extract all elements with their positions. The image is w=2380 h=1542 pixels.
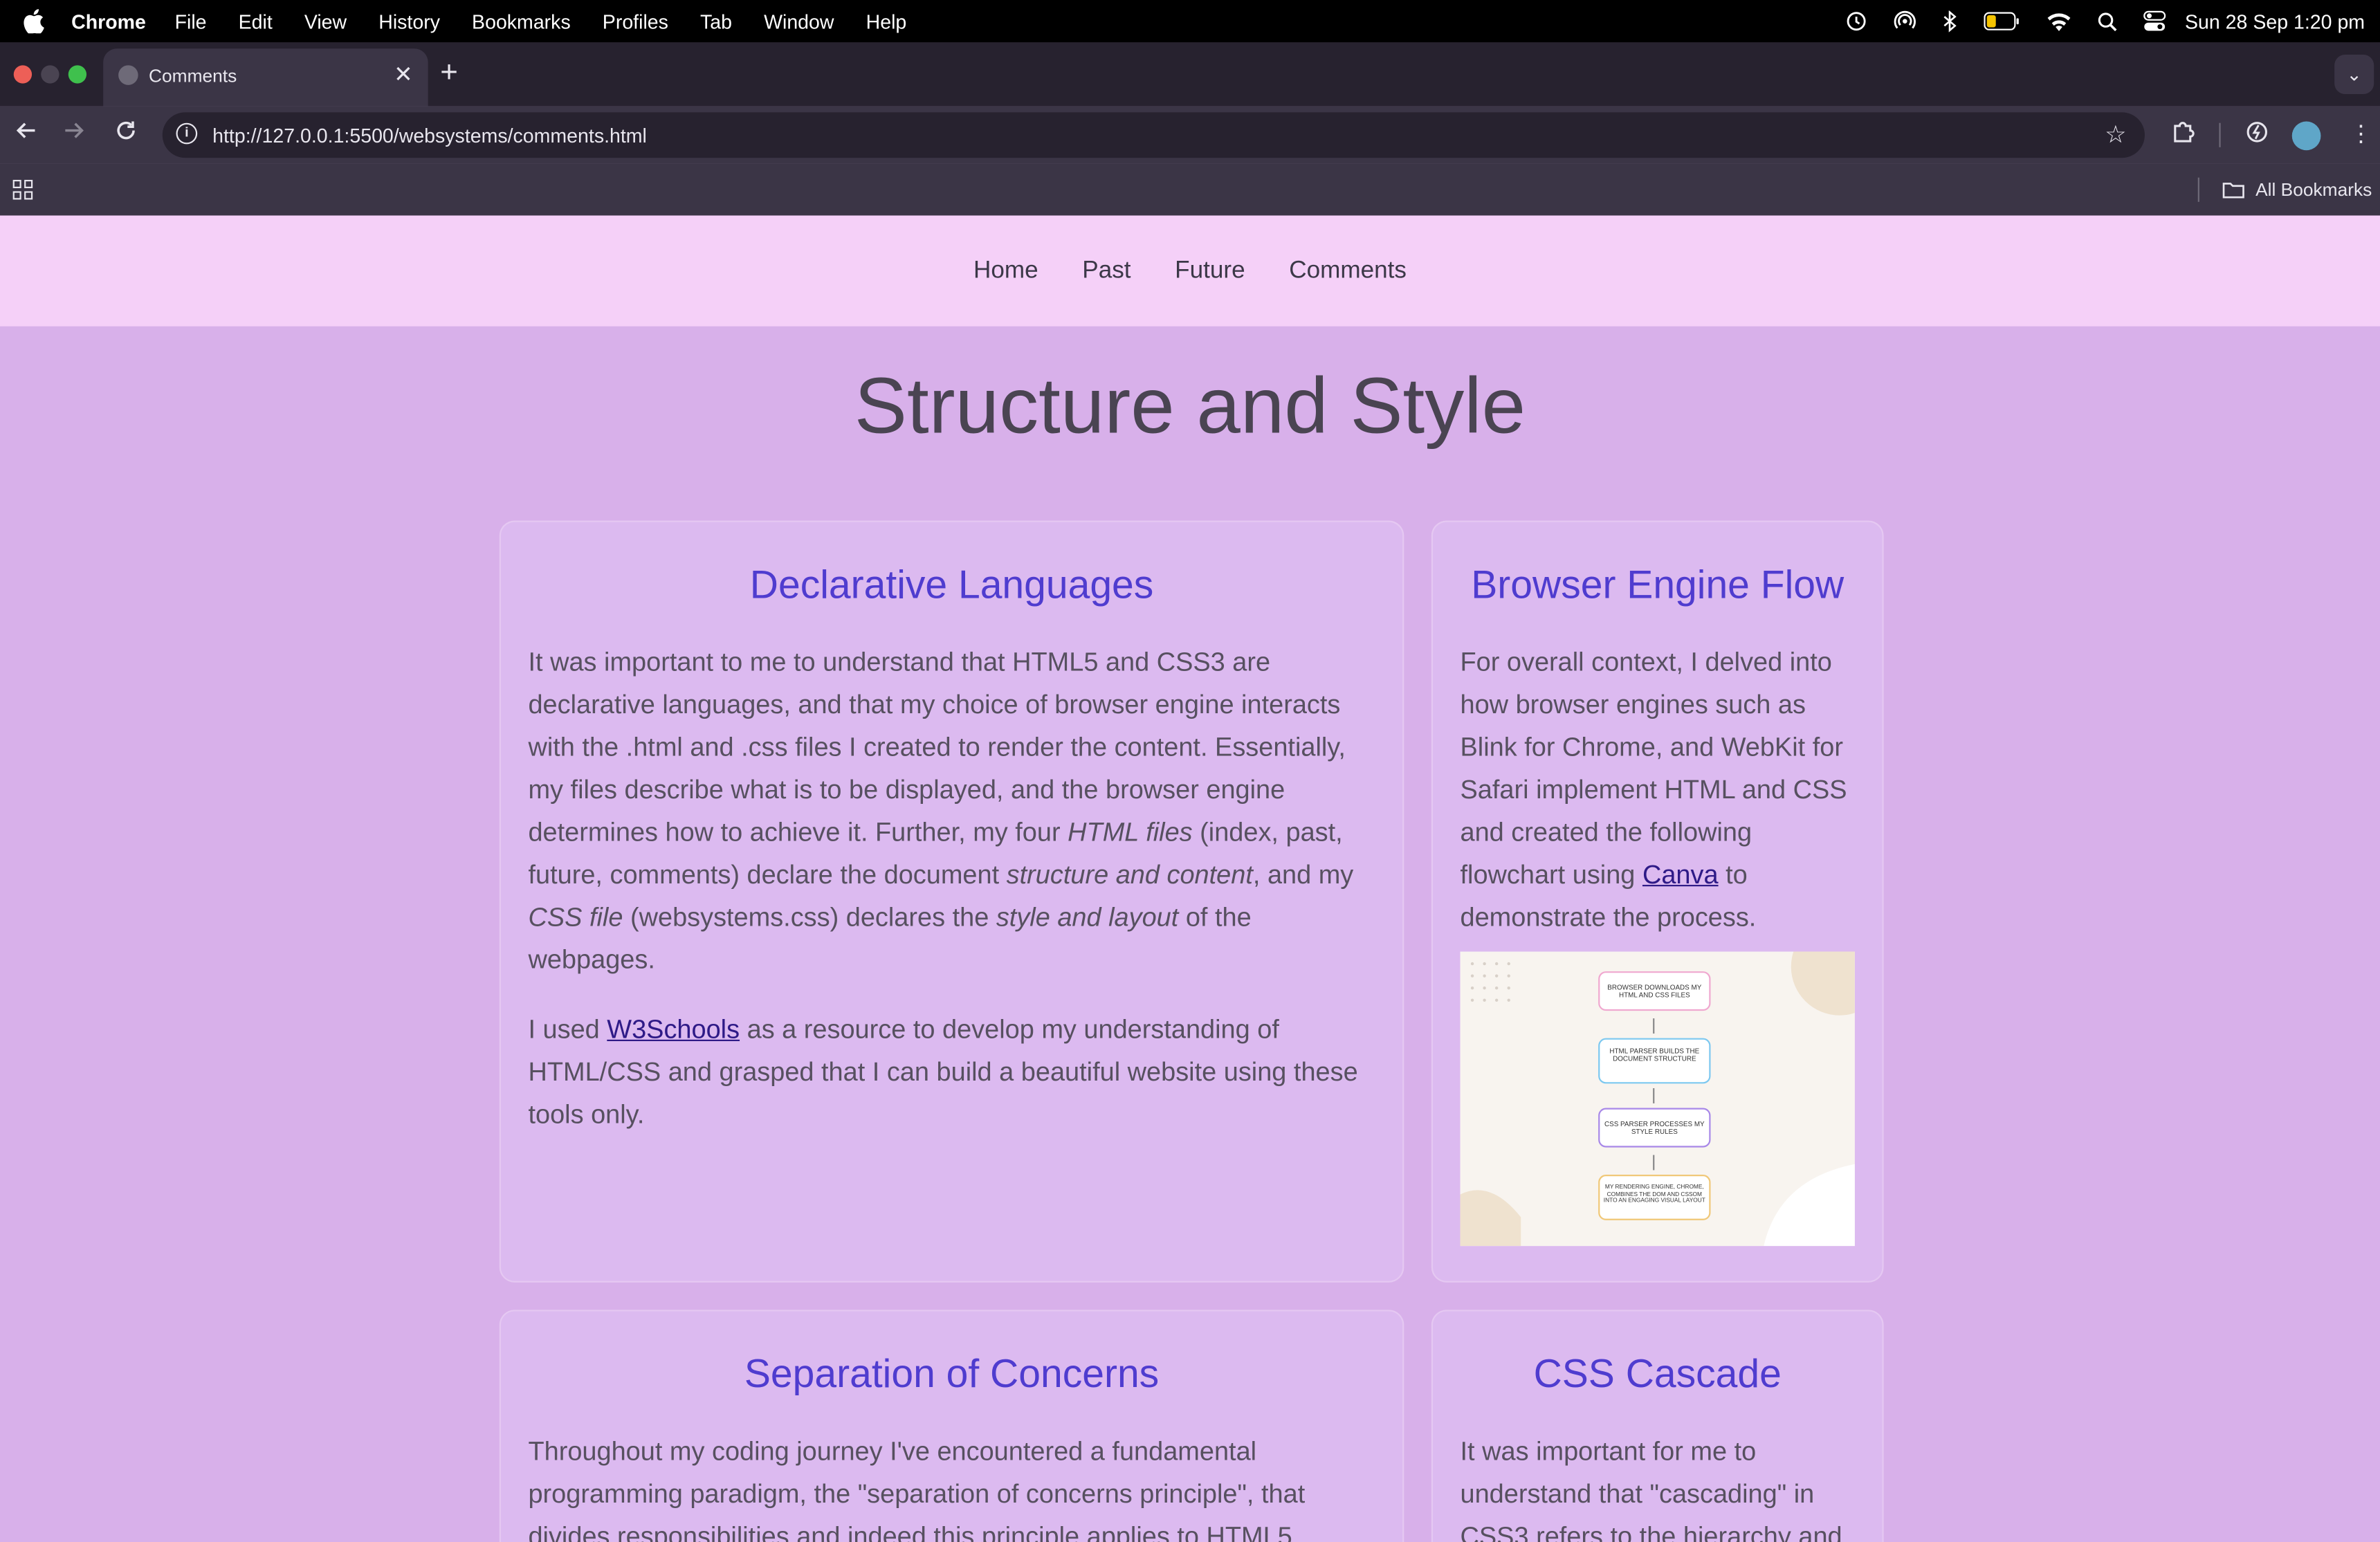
macos-menu-bar: Chrome File Edit View History Bookmarks … xyxy=(0,0,2380,43)
menu-bookmarks[interactable]: Bookmarks xyxy=(472,10,571,33)
battery-fill xyxy=(1987,15,1997,28)
emphasis-text: structure and content xyxy=(1006,859,1253,890)
emphasis-text: CSS file xyxy=(528,901,623,933)
menu-view[interactable]: View xyxy=(304,10,347,33)
forward-arrow-icon[interactable] xyxy=(64,120,85,149)
menu-edit[interactable]: Edit xyxy=(239,10,273,33)
time-machine-icon[interactable] xyxy=(1847,10,1868,32)
reload-icon[interactable] xyxy=(116,120,137,149)
profile-avatar[interactable] xyxy=(2291,121,2321,151)
menu-help[interactable]: Help xyxy=(866,10,907,33)
spotlight-search-icon[interactable] xyxy=(2098,11,2118,31)
globe-icon xyxy=(118,65,138,85)
menu-tab[interactable]: Tab xyxy=(700,10,732,33)
apple-icon[interactable] xyxy=(23,9,44,34)
bookmarks-bar: All Bookmarks xyxy=(0,163,2380,216)
address-bar[interactable]: i http://127.0.0.1:5500/websystems/comme… xyxy=(162,112,2145,158)
card-heading: CSS Cascade xyxy=(1533,1350,1782,1397)
site-info-icon[interactable]: i xyxy=(176,122,198,145)
canva-link[interactable]: Canva xyxy=(1642,859,1719,890)
card-paragraph: Throughout my coding journey I've encoun… xyxy=(528,1435,1306,1542)
browser-toolbar: i http://127.0.0.1:5500/websystems/comme… xyxy=(0,106,2380,164)
nav-link-future[interactable]: Future xyxy=(1175,257,1245,284)
flowchart-arrow xyxy=(1653,1155,1655,1171)
card-browser-engine-flow: Browser Engine Flow For overall context,… xyxy=(1431,520,1884,1283)
flowchart-image: BROWSER DOWNLOADS MY HTML AND CSS FILES … xyxy=(1460,951,1855,1247)
menu-app-name[interactable]: Chrome xyxy=(71,10,146,33)
bookmarks-divider xyxy=(2197,177,2199,202)
airdrop-icon[interactable] xyxy=(1894,9,1918,33)
new-tab-icon[interactable]: + xyxy=(440,56,458,91)
card-separation-of-concerns: Separation of Concerns Throughout my cod… xyxy=(499,1310,1404,1542)
card-paragraph: It was important for me to understand th… xyxy=(1460,1435,1842,1542)
folder-icon xyxy=(2222,183,2244,199)
wifi-icon[interactable] xyxy=(2047,11,2072,31)
toolbar-divider xyxy=(2219,122,2221,147)
zoom-window-button[interactable] xyxy=(68,65,87,84)
all-bookmarks-label: All Bookmarks xyxy=(2255,178,2372,201)
text-segment: I used xyxy=(528,1013,607,1045)
battery-icon[interactable] xyxy=(1984,12,2021,30)
flowchart-arrow xyxy=(1653,1088,1655,1103)
close-tab-icon[interactable]: ✕ xyxy=(394,61,413,88)
card-paragraph: It was important to me to understand tha… xyxy=(528,641,1375,980)
text-segment: , and my xyxy=(1252,859,1354,890)
emphasis-text: style and layout xyxy=(996,901,1179,933)
minimize-window-button[interactable] xyxy=(41,65,60,84)
flowchart-step: MY RENDERING ENGINE, CHROME, COMBINES TH… xyxy=(1598,1175,1711,1220)
menu-file[interactable]: File xyxy=(175,10,207,33)
card-declarative-languages: Declarative Languages It was important t… xyxy=(499,520,1404,1283)
card-paragraph: I used W3Schools as a resource to develo… xyxy=(528,1008,1375,1135)
nav-link-home[interactable]: Home xyxy=(973,257,1038,284)
nav-link-past[interactable]: Past xyxy=(1082,257,1130,284)
card-heading: Separation of Concerns xyxy=(744,1350,1160,1397)
page-viewport: Home Past Future Comments Structure and … xyxy=(0,215,2380,1542)
tab-search-icon[interactable]: ⌄ xyxy=(2334,54,2374,95)
site-nav: Home Past Future Comments xyxy=(0,215,2380,327)
flowchart-step: BROWSER DOWNLOADS MY HTML AND CSS FILES xyxy=(1598,971,1711,1011)
url-text[interactable]: http://127.0.0.1:5500/websystems/comment… xyxy=(212,125,647,147)
flowchart-step: HTML PARSER BUILDS THE DOCUMENT STRUCTUR… xyxy=(1598,1038,1711,1084)
all-bookmarks-button[interactable]: All Bookmarks xyxy=(2222,179,2372,201)
flowchart-arrow xyxy=(1653,1018,1655,1034)
menubar-clock[interactable]: Sun 28 Sep 1:20 pm xyxy=(2185,10,2365,33)
text-segment: For overall context, I delved into how b… xyxy=(1460,646,1847,890)
text-segment: (websystems.css) declares the xyxy=(623,901,996,933)
card-heading: Declarative Languages xyxy=(749,561,1154,607)
bluetooth-icon[interactable] xyxy=(1943,10,1959,33)
extensions-icon[interactable] xyxy=(2170,120,2195,150)
card-css-cascade: CSS Cascade It was important for me to u… xyxy=(1431,1310,1884,1542)
tab-title: Comments xyxy=(148,65,237,87)
flowchart-step: CSS PARSER PROCESSES MY STYLE RULES xyxy=(1598,1108,1711,1148)
back-arrow-icon[interactable] xyxy=(15,120,37,149)
apps-grid-icon[interactable] xyxy=(12,179,34,201)
performance-icon[interactable] xyxy=(2245,120,2269,150)
menu-history[interactable]: History xyxy=(378,10,440,33)
browser-tab-strip: Comments ✕ + ⌄ xyxy=(0,42,2380,107)
close-window-button[interactable] xyxy=(13,65,33,84)
more-menu-icon[interactable]: ⋮ xyxy=(2350,120,2372,147)
menu-profiles[interactable]: Profiles xyxy=(603,10,668,33)
menu-window[interactable]: Window xyxy=(764,10,834,33)
emphasis-text: HTML files xyxy=(1068,816,1193,847)
card-heading: Browser Engine Flow xyxy=(1471,561,1844,607)
bookmark-star-icon[interactable]: ☆ xyxy=(2105,120,2126,150)
w3schools-link[interactable]: W3Schools xyxy=(607,1014,740,1045)
card-paragraph: For overall context, I delved into how b… xyxy=(1461,641,1855,938)
control-center-icon[interactable] xyxy=(2144,10,2167,32)
page-title: Structure and Style xyxy=(854,362,1526,451)
browser-tab[interactable]: Comments ✕ xyxy=(103,48,428,107)
nav-link-comments[interactable]: Comments xyxy=(1289,257,1407,284)
